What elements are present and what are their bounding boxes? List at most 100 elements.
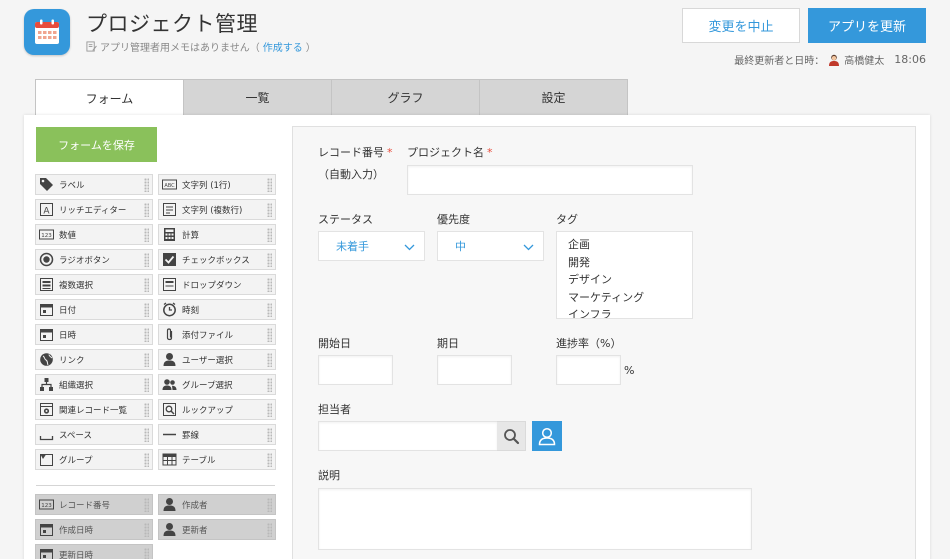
palette-item[interactable]: ユーザー選択 [158, 349, 276, 370]
tag-option-infra[interactable]: インフラ [568, 306, 692, 318]
drag-handle[interactable] [144, 228, 149, 242]
palette-item[interactable]: テーブル [158, 449, 276, 470]
table-icon [162, 452, 177, 467]
palette-item[interactable]: ラジオボタン [35, 249, 153, 270]
palette-item[interactable]: グループ [35, 449, 153, 470]
drag-handle[interactable] [267, 328, 272, 342]
update-app-button[interactable]: アプリを更新 [808, 8, 926, 43]
project-name-input[interactable] [407, 165, 693, 195]
drag-handle[interactable] [267, 178, 272, 192]
palette-item[interactable]: 123 数値 [35, 224, 153, 245]
drag-handle[interactable] [267, 203, 272, 217]
record-number-label-text: レコード番号 [318, 146, 384, 159]
drag-handle[interactable] [144, 548, 149, 559]
drag-handle[interactable] [267, 253, 272, 267]
palette-item[interactable]: グループ選択 [158, 374, 276, 395]
palette-item[interactable]: 更新日時 [35, 544, 153, 559]
palette-item[interactable]: 日時 [35, 324, 153, 345]
palette-item[interactable]: 文字列 (複数行) [158, 199, 276, 220]
due-date-input[interactable] [437, 355, 512, 385]
palette-item[interactable]: ドロップダウン [158, 274, 276, 295]
lookup-icon [162, 402, 177, 417]
drag-handle[interactable] [144, 278, 149, 292]
description-label: 説明 [318, 469, 340, 482]
palette-item-label: 組織選択 [59, 380, 94, 391]
drag-handle[interactable] [144, 453, 149, 467]
memo-create-link[interactable]: 作成する [263, 39, 303, 54]
globe-icon [39, 352, 54, 367]
tab-list[interactable]: 一覧 [183, 79, 332, 115]
palette-item[interactable]: スペース [35, 424, 153, 445]
palette-item[interactable]: チェックボックス [158, 249, 276, 270]
palette-item[interactable]: 組織選択 [35, 374, 153, 395]
start-date-input[interactable] [318, 355, 393, 385]
palette-item-label: スペース [59, 430, 92, 441]
tab-form[interactable]: フォーム [35, 79, 184, 116]
drag-handle[interactable] [267, 453, 272, 467]
palette-item[interactable]: 計算 [158, 224, 276, 245]
drag-handle[interactable] [267, 353, 272, 367]
drag-handle[interactable] [267, 228, 272, 242]
palette-item[interactable]: 複数選択 [35, 274, 153, 295]
drag-handle[interactable] [144, 378, 149, 392]
assignee-input[interactable] [318, 421, 498, 451]
palette-item-label: 作成者 [182, 500, 208, 511]
drag-handle[interactable] [144, 403, 149, 417]
description-textarea[interactable] [318, 488, 752, 550]
palette-item[interactable]: 作成日時 [35, 519, 153, 540]
palette-item-label: テーブル [182, 455, 216, 466]
assignee-user-picker-button[interactable] [532, 421, 562, 451]
drag-handle[interactable] [144, 203, 149, 217]
tag-option-development[interactable]: 開発 [568, 254, 692, 272]
progress-label: 進捗率（%） [556, 337, 622, 350]
clock-icon [162, 302, 177, 317]
drag-handle[interactable] [144, 328, 149, 342]
palette-item-label: レコード番号 [59, 500, 111, 511]
last-updated-user[interactable]: 高橋健太 [844, 52, 884, 67]
palette-item[interactable]: ルックアップ [158, 399, 276, 420]
tag-option-design[interactable]: デザイン [568, 271, 692, 289]
palette-item[interactable]: 作成者 [158, 494, 276, 515]
drag-handle[interactable] [267, 403, 272, 417]
palette-item[interactable]: 時刻 [158, 299, 276, 320]
cancel-changes-button[interactable]: 変更を中止 [682, 8, 800, 43]
drag-handle[interactable] [144, 178, 149, 192]
form-layout-canvas[interactable]: レコード番号 * （自動入力） プロジェクト名 * ステータス 未着手 優先度 中 … [292, 126, 916, 559]
palette-item[interactable]: 添付ファイル [158, 324, 276, 345]
palette-item[interactable]: ラベル [35, 174, 153, 195]
drag-handle[interactable] [267, 278, 272, 292]
palette-item[interactable]: リンク [35, 349, 153, 370]
status-dropdown[interactable]: 未着手 [318, 231, 425, 261]
palette-item[interactable]: 罫線 [158, 424, 276, 445]
tag-multiselect[interactable]: 企画 開発 デザイン マーケティング インフラ [556, 231, 693, 319]
palette-item-label: ルックアップ [182, 405, 234, 416]
drag-handle[interactable] [267, 303, 272, 317]
palette-item[interactable]: 関連レコード一覧 [35, 399, 153, 420]
calendar-icon [39, 547, 54, 559]
palette-item[interactable]: ABC 文字列 (1行) [158, 174, 276, 195]
priority-dropdown[interactable]: 中 [437, 231, 544, 261]
drag-handle[interactable] [144, 428, 149, 442]
drag-handle[interactable] [144, 253, 149, 267]
palette-item[interactable]: 更新者 [158, 519, 276, 540]
palette-item[interactable]: A リッチエディター [35, 199, 153, 220]
drag-handle[interactable] [267, 498, 272, 512]
drag-handle[interactable] [267, 378, 272, 392]
drag-handle[interactable] [144, 353, 149, 367]
drag-handle[interactable] [144, 523, 149, 537]
palette-item[interactable]: 123 レコード番号 [35, 494, 153, 515]
tab-settings[interactable]: 設定 [479, 79, 628, 115]
drag-handle[interactable] [144, 303, 149, 317]
progress-input[interactable] [556, 355, 621, 385]
assignee-search-button[interactable] [497, 421, 526, 451]
tag-option-marketing[interactable]: マーケティング [568, 289, 692, 307]
drag-handle[interactable] [144, 498, 149, 512]
save-form-button[interactable]: フォームを保存 [36, 127, 157, 162]
palette-item[interactable]: 日付 [35, 299, 153, 320]
tag-option-planning[interactable]: 企画 [568, 236, 692, 254]
tab-graph[interactable]: グラフ [331, 79, 480, 115]
drag-handle[interactable] [267, 428, 272, 442]
line-icon [162, 427, 177, 442]
drag-handle[interactable] [267, 523, 272, 537]
group-folder-icon [39, 452, 54, 467]
